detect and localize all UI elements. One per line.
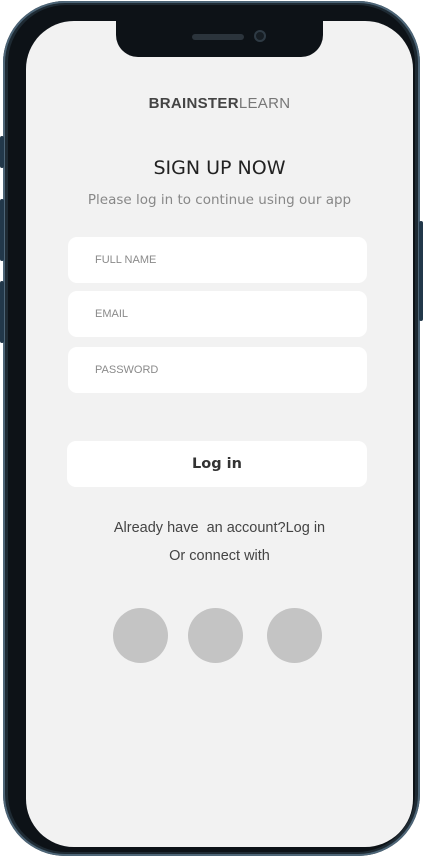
full-name-input[interactable] — [68, 237, 367, 283]
page-subtitle: Please log in to continue using our app — [87, 192, 352, 208]
social-button-1[interactable] — [113, 608, 168, 663]
phone-side-button — [0, 136, 4, 168]
logo-bold-text: BRAINSTER — [148, 95, 239, 112]
social-button-3[interactable] — [267, 608, 322, 663]
login-link[interactable]: Log in — [286, 520, 326, 536]
already-have-account-text: Already have an account? — [113, 520, 286, 536]
screen: BRAINSTERLEARN SIGN UP NOW Please log in… — [26, 21, 413, 847]
social-button-2[interactable] — [188, 608, 243, 663]
phone-frame: BRAINSTERLEARN SIGN UP NOW Please log in… — [0, 1, 423, 856]
connect-with-text: Or connect with — [169, 548, 270, 564]
notch — [116, 21, 323, 57]
page-title: SIGN UP NOW — [153, 157, 286, 179]
phone-volume-up — [0, 199, 4, 261]
phone-power-button — [419, 221, 423, 321]
speaker-icon — [192, 34, 244, 40]
phone-bezel: BRAINSTERLEARN SIGN UP NOW Please log in… — [8, 5, 415, 852]
phone-volume-down — [0, 281, 4, 343]
camera-icon — [254, 30, 266, 42]
already-have-account: Already have an account?Log in — [26, 520, 413, 536]
login-button[interactable]: Log in — [67, 441, 367, 487]
password-input[interactable] — [68, 347, 367, 393]
logo-light-text: LEARN — [238, 95, 291, 112]
brand-logo: BRAINSTERLEARN — [26, 95, 413, 112]
email-input[interactable] — [68, 291, 367, 337]
